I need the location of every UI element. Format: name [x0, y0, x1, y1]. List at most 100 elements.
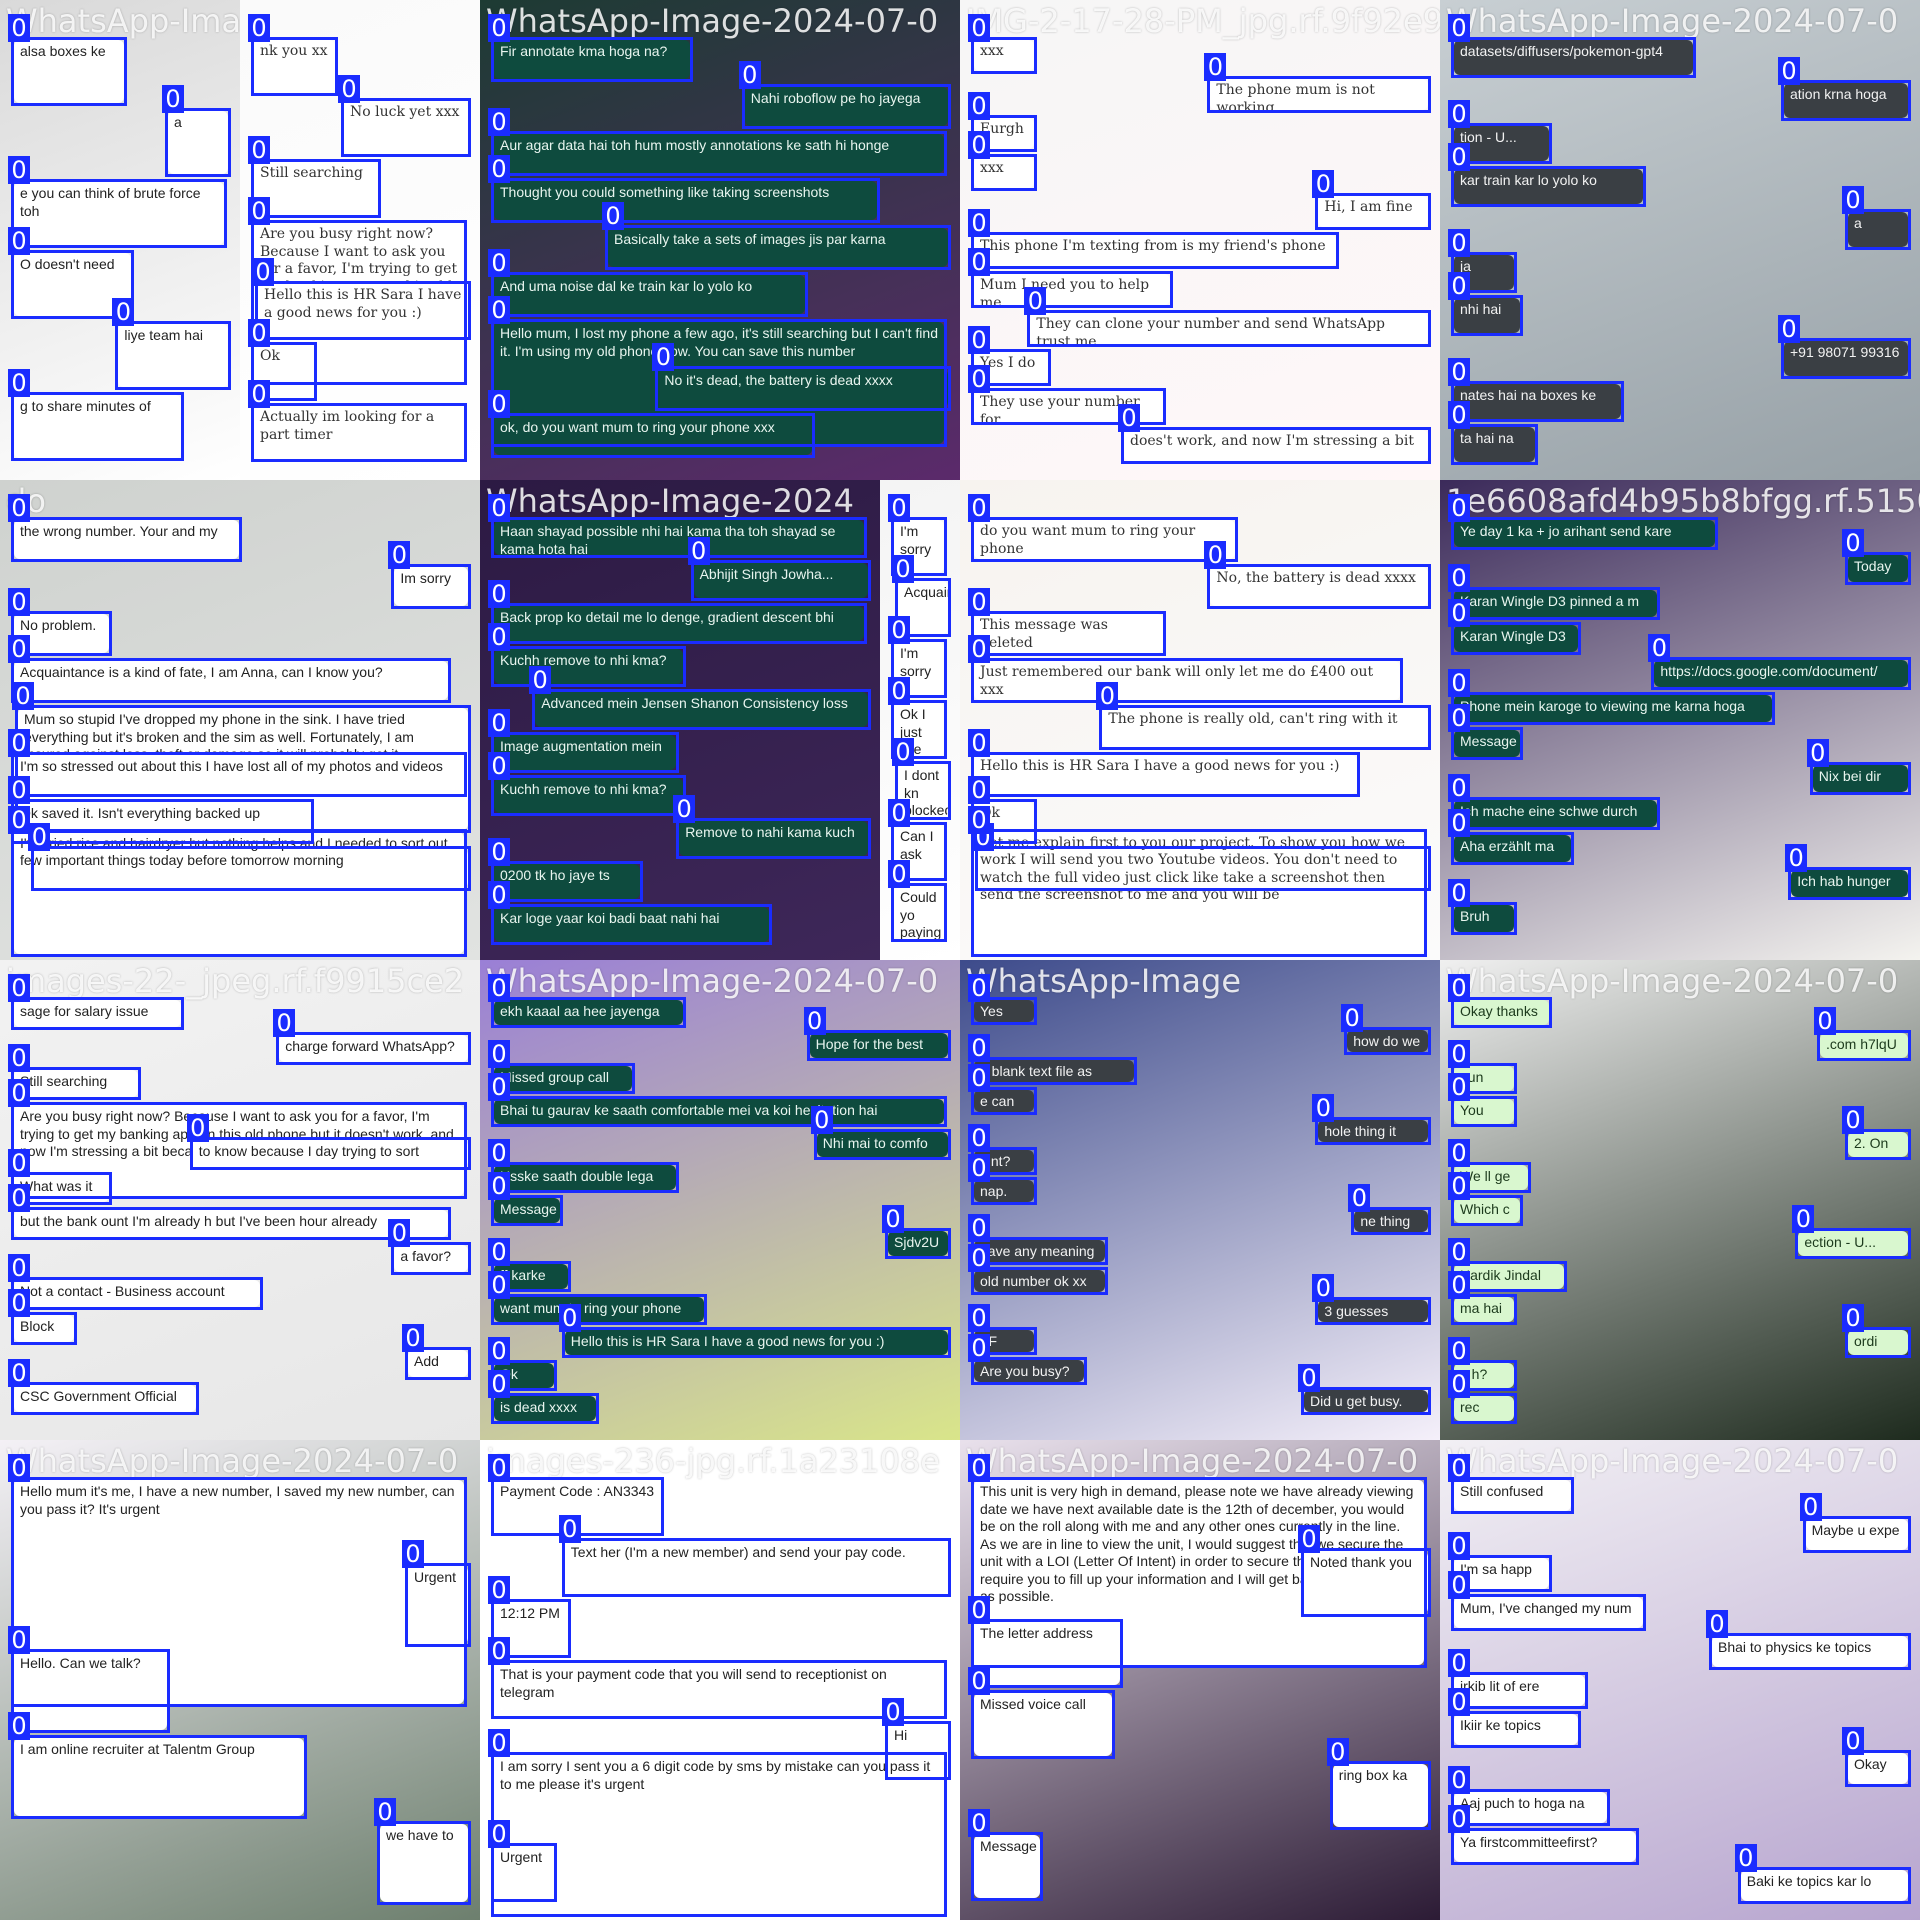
annotation-bounding-box: [1451, 517, 1718, 550]
annotation-class-label: 0: [1448, 1271, 1470, 1299]
annotation-bounding-box: [11, 1207, 451, 1240]
annotation-class-label: 0: [488, 580, 510, 608]
annotation-bounding-box: [1451, 1672, 1589, 1709]
annotation-class-label: 0: [8, 1626, 30, 1654]
annotation-class-label: 0: [1734, 1844, 1757, 1872]
annotation-bounding-box: [1027, 310, 1431, 347]
annotation-class-label: 0: [28, 823, 51, 851]
annotation-bounding-box: [11, 392, 185, 461]
annotation-bounding-box: [1301, 1548, 1431, 1617]
annotation-bounding-box: [165, 108, 231, 177]
annotation-class-label: 0: [1842, 529, 1864, 557]
annotation-class-label: 0: [888, 860, 910, 888]
tile-filename-overlay: WhatsApp-Image-2024-07-0: [486, 2, 939, 40]
annotation-class-label: 0: [1448, 494, 1470, 522]
annotation-bounding-box: [11, 1382, 199, 1415]
annotation-bounding-box: [491, 861, 643, 902]
annotation-class-label: 0: [1096, 682, 1119, 710]
annotation-class-label: 0: [1448, 401, 1470, 429]
annotation-bounding-box: [11, 828, 467, 957]
annotation-class-label: 0: [687, 537, 710, 565]
annotation-class-label: 0: [968, 326, 990, 354]
annotation-class-label: 0: [673, 795, 696, 823]
annotation-class-label: 0: [558, 1515, 581, 1543]
annotation-class-label: 0: [968, 1244, 990, 1272]
chat-screenshot-tile: 1e6608afd4b95b8bfgg.rf.5150310Ye day 1 k…: [1440, 480, 1920, 960]
annotation-class-label: 0: [488, 623, 510, 651]
annotation-bounding-box: [1451, 1477, 1574, 1514]
chat-screenshot-tile: WhatsApp-Image-2024-07-0 Hello mum it's m…: [0, 1440, 480, 1920]
annotation-bounding-box: [1301, 1387, 1431, 1415]
annotation-bounding-box: [971, 1690, 1116, 1759]
annotation-bounding-box: [405, 1563, 471, 1647]
annotation-bounding-box: [1451, 1828, 1639, 1865]
annotation-class-label: 0: [529, 666, 552, 694]
annotation-class-label: 0: [1298, 1364, 1320, 1392]
annotation-class-label: 0: [488, 1040, 510, 1068]
annotation-bounding-box: [391, 564, 471, 609]
annotation-class-label: 0: [968, 92, 990, 120]
annotation-class-label: 0: [1706, 1610, 1728, 1638]
annotation-class-label: 0: [402, 1324, 424, 1352]
annotation-bounding-box: [377, 1821, 471, 1905]
annotation-class-label: 0: [273, 1009, 296, 1037]
annotation-class-label: 0: [1448, 14, 1470, 42]
annotation-class-label: 0: [1648, 634, 1671, 662]
annotation-bounding-box: [971, 154, 1037, 191]
annotation-bounding-box: [1329, 1761, 1431, 1830]
chat-screenshot-tile: WhatsApp-Image-2024-07-0alsa boxes ke0a0…: [0, 0, 240, 480]
annotation-class-label: 0: [1448, 1649, 1470, 1677]
annotation-class-label: 0: [488, 1271, 510, 1299]
annotation-bounding-box: [1709, 1633, 1911, 1670]
annotation-bounding-box: [561, 1327, 951, 1358]
annotation-bounding-box: [251, 403, 467, 462]
annotation-bounding-box: [491, 997, 686, 1028]
annotation-class-label: 0: [8, 1712, 30, 1740]
annotation-class-label: 0: [1448, 774, 1470, 802]
annotation-class-label: 0: [8, 14, 30, 42]
annotation-class-label: 0: [1778, 57, 1800, 85]
tile-filename-overlay: images-236-jpg.rf.1a23108e: [486, 1442, 940, 1480]
annotation-class-label: 0: [374, 1798, 396, 1826]
annotation-class-label: 0: [882, 1698, 904, 1726]
annotation-class-label: 0: [8, 227, 30, 255]
annotation-class-label: 0: [8, 729, 30, 757]
annotation-bounding-box: [491, 272, 809, 317]
annotation-class-label: 0: [488, 1820, 510, 1848]
annotation-class-label: 0: [488, 249, 510, 277]
chat-screenshot-tile: I'm sorry0Acquainta0I'm sorry0Ok I just …: [880, 480, 960, 960]
annotation-class-label: 0: [1448, 599, 1470, 627]
annotation-class-label: 0: [1448, 1172, 1470, 1200]
annotation-class-label: 0: [488, 1729, 510, 1758]
annotation-class-label: 0: [248, 380, 270, 408]
annotation-class-label: 0: [1312, 1274, 1335, 1302]
annotation-class-label: 0: [968, 1334, 990, 1362]
annotation-bounding-box: [971, 828, 1427, 957]
annotation-bounding-box: [1451, 381, 1625, 422]
annotation-class-label: 0: [488, 709, 510, 737]
annotation-class-label: 0: [968, 776, 990, 804]
tile-filename-overlay: WhatsApp-Image-2024-07-0: [966, 1442, 1419, 1480]
annotation-class-label: 0: [1204, 541, 1227, 569]
annotation-class-label: 0: [1312, 170, 1335, 198]
annotation-class-label: 0: [968, 14, 990, 42]
annotation-class-label: 0: [888, 616, 910, 644]
annotation-bounding-box: [491, 1752, 947, 1917]
annotation-class-label: 0: [1448, 358, 1470, 386]
annotation-class-label: 0: [8, 156, 30, 184]
annotation-class-label: 0: [1448, 1532, 1470, 1560]
annotation-class-label: 0: [162, 85, 184, 113]
annotation-bounding-box: [1451, 1594, 1646, 1631]
annotation-class-label: 0: [738, 61, 761, 89]
annotation-bounding-box: [491, 131, 947, 176]
annotation-class-label: 0: [8, 776, 30, 804]
annotation-class-label: 0: [968, 1596, 990, 1624]
annotation-bounding-box: [1451, 37, 1697, 78]
annotation-class-label: 0: [8, 1359, 30, 1387]
annotation-class-label: 0: [488, 1576, 510, 1604]
annotation-bounding-box: [690, 560, 871, 601]
annotation-class-label: 0: [488, 881, 510, 909]
annotation-class-label: 0: [968, 1064, 990, 1092]
tile-filename-overlay: WhatsApp-Image-2024-07-0: [6, 2, 240, 40]
annotation-bounding-box: [491, 413, 816, 458]
